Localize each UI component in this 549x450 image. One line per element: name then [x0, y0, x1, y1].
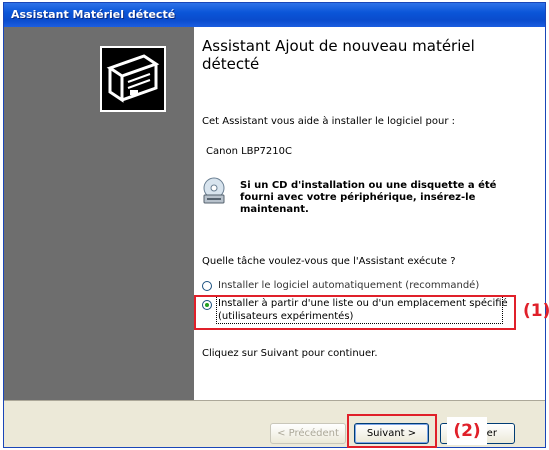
option-auto-radio[interactable] [202, 281, 212, 291]
intro-text: Cet Assistant vous aide à installer le l… [202, 116, 455, 127]
highlight-next-box [347, 414, 437, 448]
callout-2: (2) [447, 417, 487, 445]
window-title: Assistant Matériel détecté [11, 8, 176, 21]
page-title: Assistant Ajout de nouveau matériel déte… [202, 37, 475, 73]
wizard-window: Assistant Matériel détecté Assistant Ajo… [3, 2, 546, 448]
wizard-content: Assistant Ajout de nouveau matériel déte… [194, 27, 545, 400]
wizard-side-panel [4, 27, 194, 400]
cd-message: Si un CD d'installation ou une disquette… [240, 180, 497, 215]
highlight-option-box [194, 295, 516, 330]
title-bar[interactable]: Assistant Matériel détecté [4, 3, 545, 27]
option-auto-label[interactable]: Installer le logiciel automatiquement (r… [218, 279, 479, 292]
continue-instruction: Cliquez sur Suivant pour continuer. [202, 348, 378, 359]
callout-1: (1) [523, 301, 549, 321]
back-button[interactable]: < Précédent [270, 423, 346, 444]
device-name: Canon LBP7210C [206, 146, 292, 157]
task-question: Quelle tâche voulez-vous que l'Assistant… [202, 256, 456, 267]
hardware-wizard-icon [100, 46, 166, 112]
cd-drive-icon [203, 177, 225, 204]
